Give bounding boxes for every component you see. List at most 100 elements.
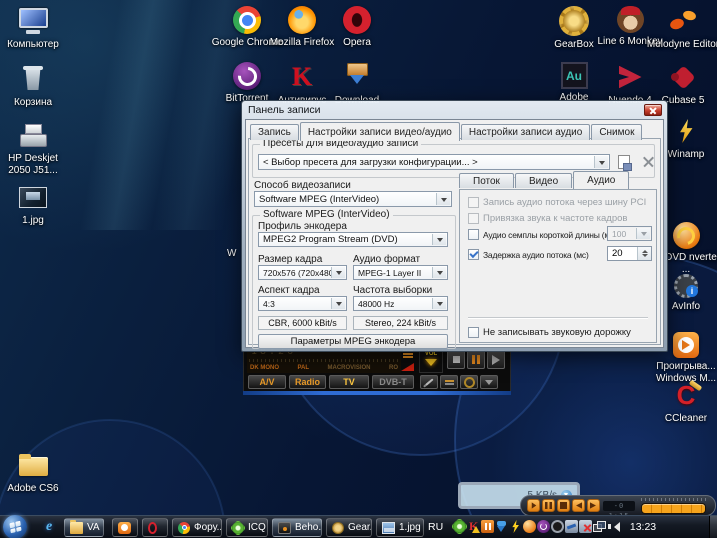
- delete-preset-button[interactable]: [639, 154, 657, 170]
- taskbar-button-icq[interactable]: ICQ: [226, 518, 268, 537]
- desktop-icon-ccleaner[interactable]: CCleaner: [648, 380, 717, 425]
- opera-icon[interactable]: [551, 520, 564, 533]
- tab-video-audio-settings[interactable]: Настройки записи видео/аудио: [300, 122, 460, 141]
- source-av-button[interactable]: A/V: [248, 375, 286, 389]
- taskbar-button-va[interactable]: VA: [64, 518, 104, 537]
- profile-label: Профиль энкодера: [258, 221, 347, 232]
- taskbar-clock[interactable]: 13:23: [618, 521, 668, 533]
- taskbar-button-opera[interactable]: [142, 518, 168, 537]
- tab-audio-settings[interactable]: Настройки записи аудио: [461, 124, 590, 140]
- checkbox-sync-audio[interactable]: Привязка звука к частоте кадров: [468, 213, 627, 224]
- aspect-combo[interactable]: 4:3: [258, 296, 347, 311]
- dropdown-arrow-icon: [436, 193, 450, 205]
- mini-forward-button[interactable]: [587, 499, 600, 512]
- checkbox-short-samples[interactable]: Аудио семплы короткой длины (мс): [468, 229, 617, 240]
- start-button[interactable]: [3, 515, 27, 538]
- show-desktop-button[interactable]: [709, 516, 717, 538]
- tab-page: Пресеты для видео/аудио записи < Выбор п…: [248, 138, 661, 345]
- sample-rate-combo[interactable]: 48000 Hz: [353, 296, 448, 311]
- language-indicator[interactable]: RU: [428, 521, 443, 533]
- monkey-icon: [617, 6, 644, 33]
- mini-rewind-button[interactable]: [572, 499, 585, 512]
- pause-icon[interactable]: [481, 520, 494, 533]
- dropdown-arrow-icon: [636, 228, 650, 239]
- desktop-icon-label: Winamp: [668, 149, 705, 161]
- close-button[interactable]: [644, 104, 662, 116]
- pause-button[interactable]: [467, 350, 485, 369]
- kaspersky-icon[interactable]: [467, 520, 480, 533]
- spinner-down-icon[interactable]: [642, 254, 648, 260]
- checkbox-audio-delay[interactable]: Задержка аудио потока (мс): [468, 249, 589, 260]
- checkbox-pci-audio[interactable]: Запись аудио потока через шину PCI: [468, 197, 646, 208]
- desktop-icon-recycle-bin[interactable]: Корзина: [0, 64, 71, 109]
- mini-pause-button[interactable]: [542, 499, 555, 512]
- channel-updown-button[interactable]: [480, 375, 498, 389]
- timer-button[interactable]: [460, 375, 478, 389]
- spinner-up-icon[interactable]: [642, 247, 648, 253]
- messenger-icon[interactable]: [565, 520, 578, 533]
- tv-standard-label: PAL: [297, 365, 309, 371]
- mini-lcd: -0 1:15: [603, 501, 635, 511]
- swap-button[interactable]: [440, 375, 458, 389]
- source-tv-button[interactable]: TV: [329, 375, 369, 389]
- taskbar-button-gearbox[interactable]: Gear...: [326, 518, 372, 537]
- vol-triangle-icon: [425, 359, 437, 372]
- chrome-icon: [178, 522, 190, 534]
- ie-quick-launch-icon[interactable]: e: [46, 519, 52, 535]
- anydvd-icon[interactable]: [523, 520, 536, 533]
- checkbox-label: Не записывать звуковую дорожку: [483, 327, 631, 338]
- checkbox-skip-audio-track[interactable]: Не записывать звуковую дорожку: [468, 327, 631, 338]
- desktop-icon-hp-deskjet[interactable]: HP Deskjet 2050 J51...: [0, 120, 71, 177]
- checkbox-icon: [468, 197, 479, 208]
- desktop-icon-label: Корзина: [14, 97, 52, 109]
- desktop-icon-adobe-cs6[interactable]: Adobe CS6: [0, 450, 71, 495]
- mpeg-params-button[interactable]: Параметры MPEG энкодера: [258, 334, 448, 349]
- taskbar-button-behold[interactable]: Beho...: [272, 518, 322, 537]
- mini-volume-slider[interactable]: [641, 503, 706, 514]
- settings-button[interactable]: [420, 375, 438, 389]
- taskbar-button-1jpg[interactable]: 1.jpg ...: [376, 518, 424, 537]
- source-dvbt-button[interactable]: DVB-T: [372, 375, 414, 389]
- play-button[interactable]: [487, 350, 505, 369]
- dialog-titlebar[interactable]: Панель записи: [242, 101, 667, 119]
- stop-button[interactable]: [447, 350, 465, 369]
- mini-play-button[interactable]: [527, 499, 540, 512]
- audio-format-combo[interactable]: MPEG-1 Layer II: [353, 265, 448, 280]
- tab-record[interactable]: Запись: [250, 124, 299, 140]
- save-preset-button[interactable]: [615, 154, 633, 170]
- audio-delay-spinner[interactable]: 20: [607, 246, 652, 261]
- profile-combo[interactable]: MPEG2 Program Stream (DVD): [258, 232, 448, 247]
- download-master-icon[interactable]: [495, 520, 508, 533]
- frame-size-combo[interactable]: 720x576 (720x480): [258, 265, 347, 280]
- video-bitrate-display[interactable]: CBR, 6000 kBit/s: [258, 316, 347, 330]
- short-samples-combo[interactable]: 100: [607, 226, 652, 241]
- network-error-icon[interactable]: [579, 520, 592, 533]
- preset-combo[interactable]: < Выбор пресета для загрузки конфигураци…: [258, 154, 610, 170]
- computer-icon: [18, 6, 48, 36]
- audio-bitrate-display[interactable]: Stereo, 224 kBit/s: [353, 316, 448, 330]
- winamp-icon[interactable]: [509, 520, 522, 533]
- video-method-value: Software MPEG (InterVideo): [259, 194, 379, 205]
- winamp-icon: [671, 116, 701, 146]
- fast-forward-icon: [590, 502, 597, 509]
- tab-audio[interactable]: Аудио: [573, 171, 629, 189]
- desktop-icon-melodyne[interactable]: Melodyne Editor: [645, 6, 717, 51]
- tab-snapshot[interactable]: Снимок: [591, 124, 642, 140]
- taskbar-button-forum[interactable]: Фору...: [172, 518, 222, 537]
- desktop-icon-1jpg[interactable]: 1.jpg: [0, 182, 71, 227]
- checkbox-label: Запись аудио потока через шину PCI: [483, 197, 646, 208]
- tab-video[interactable]: Видео: [515, 173, 572, 188]
- window-switch-icon[interactable]: [593, 520, 606, 533]
- taskbar-button-wmp[interactable]: [112, 518, 138, 537]
- bittorrent-icon[interactable]: [537, 520, 550, 533]
- icq-flower-icon[interactable]: [453, 520, 466, 533]
- encoder-group: Software MPEG (InterVideo) Профиль энкод…: [252, 215, 456, 349]
- source-radio-button[interactable]: Radio: [289, 375, 326, 389]
- desktop-icon-computer[interactable]: Компьютер: [0, 6, 71, 51]
- video-method-combo[interactable]: Software MPEG (InterVideo): [254, 191, 452, 207]
- mini-stop-button[interactable]: [557, 499, 570, 512]
- desktop-icon-opera[interactable]: Opera: [319, 6, 395, 49]
- desktop-icon-label: Adobe CS6: [7, 483, 58, 495]
- spinner-arrows[interactable]: [637, 247, 651, 260]
- tab-stream[interactable]: Поток: [459, 173, 514, 188]
